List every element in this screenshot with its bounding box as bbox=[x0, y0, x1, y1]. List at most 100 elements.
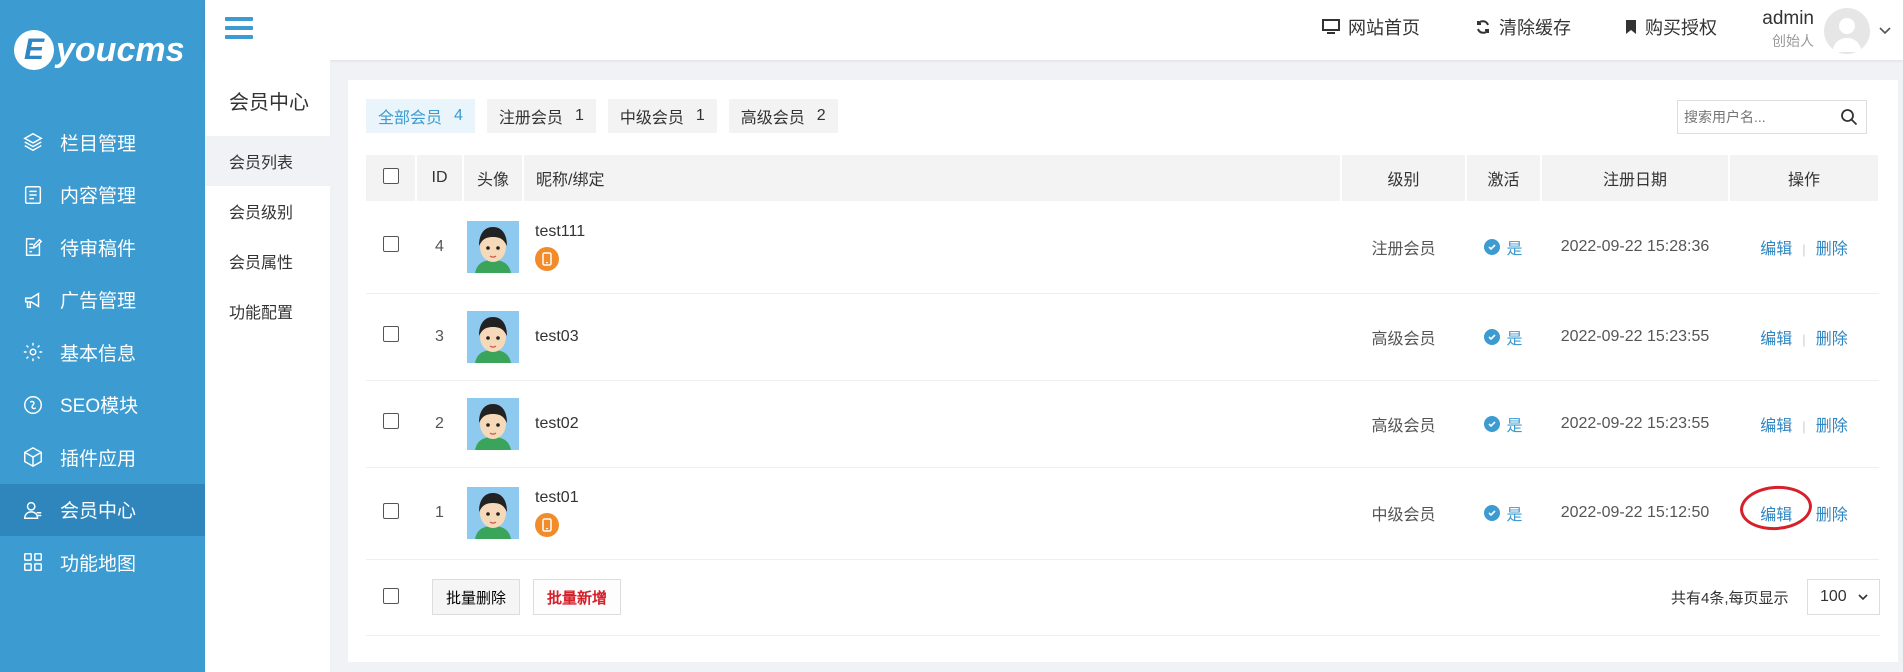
row-ops: 编辑 | 删除 bbox=[1729, 293, 1879, 381]
row-id: 4 bbox=[416, 201, 463, 294]
active-status[interactable]: 是 bbox=[1484, 325, 1523, 349]
header-ops: 操作 bbox=[1729, 155, 1880, 201]
footer-select-all-checkbox[interactable] bbox=[383, 588, 399, 604]
member-avatar[interactable] bbox=[467, 397, 519, 450]
clear-cache-link[interactable]: 清除缓存 bbox=[1475, 14, 1571, 40]
member-nickname: test01 bbox=[535, 489, 579, 506]
user-avatar[interactable] bbox=[1824, 8, 1870, 54]
filter-mid-members[interactable]: 中级会员 1 bbox=[607, 99, 717, 133]
batch-delete-button[interactable]: 批量删除 bbox=[432, 579, 521, 615]
sidebar-item-column[interactable]: 栏目管理 bbox=[0, 116, 205, 169]
row-checkbox[interactable] bbox=[383, 413, 399, 429]
delete-link[interactable]: 删除 bbox=[1816, 418, 1848, 435]
row-avatar-cell bbox=[463, 293, 523, 381]
select-all-checkbox[interactable] bbox=[382, 167, 399, 184]
red-circle-annotation bbox=[1738, 483, 1814, 533]
batch-add-button[interactable]: 批量新增 bbox=[533, 579, 622, 615]
header-avatar: 头像 bbox=[463, 155, 524, 201]
active-label: 是 bbox=[1506, 507, 1523, 524]
member-avatar[interactable] bbox=[467, 487, 519, 539]
delete-link[interactable]: 删除 bbox=[1816, 241, 1848, 258]
active-status[interactable]: 是 bbox=[1484, 412, 1523, 436]
delete-link[interactable]: 删除 bbox=[1816, 331, 1848, 348]
edit-link[interactable]: 编辑 bbox=[1760, 241, 1792, 258]
subnav-item-function-config[interactable]: 功能配置 bbox=[205, 286, 330, 336]
row-checkbox[interactable] bbox=[383, 502, 399, 519]
user-info[interactable]: admin 创始人 bbox=[1754, 8, 1814, 51]
sidebar-item-map[interactable]: 功能地图 bbox=[0, 536, 205, 589]
sidebar-item-plugins[interactable]: 插件应用 bbox=[0, 431, 205, 484]
buy-license-link[interactable]: 购买授权 bbox=[1625, 14, 1717, 40]
row-ops: 编辑 | 删除 bbox=[1729, 380, 1879, 468]
page-size-select[interactable]: 100 bbox=[1807, 579, 1880, 615]
sidebar-item-label: 基本信息 bbox=[60, 343, 137, 365]
filter-senior-members[interactable]: 高级会员 2 bbox=[728, 99, 838, 133]
logo-mark: E bbox=[14, 30, 54, 70]
sidebar-item-ads[interactable]: 广告管理 bbox=[0, 274, 205, 327]
header-active: 激活 bbox=[1466, 155, 1542, 201]
website-home-link[interactable]: 网站首页 bbox=[1322, 14, 1420, 40]
subnav-item-member-list[interactable]: 会员列表 bbox=[205, 136, 330, 186]
edit-link[interactable]: 编辑 bbox=[1760, 418, 1792, 435]
sidebar-item-label: 待审稿件 bbox=[60, 238, 137, 260]
highlighted-edit: 编辑 bbox=[1738, 483, 1814, 533]
sidebar-item-members[interactable]: 会员中心 bbox=[0, 483, 205, 536]
row-select bbox=[366, 467, 416, 560]
sidebar-item-content[interactable]: 内容管理 bbox=[0, 169, 205, 222]
reg-date: 2022-09-22 15:23:55 bbox=[1541, 293, 1729, 381]
member-level: 高级会员 bbox=[1341, 380, 1466, 468]
member-table: ID 头像 昵称/绑定 级别 激活 注册日期 操作 4 test111 注册会员… bbox=[366, 155, 1880, 560]
row-id: 2 bbox=[416, 380, 463, 468]
gear-icon bbox=[22, 341, 44, 363]
sidebar-item-label: 功能地图 bbox=[60, 553, 137, 575]
filter-count: 4 bbox=[454, 107, 463, 124]
sidebar-item-label: 插件应用 bbox=[60, 448, 137, 470]
subnav-item-member-attr[interactable]: 会员属性 bbox=[205, 236, 330, 286]
buy-license-label: 购买授权 bbox=[1645, 18, 1717, 38]
table-row: 3 test03 高级会员 是 2022-09-22 15:23:55 编辑 | 删… bbox=[366, 293, 1879, 381]
active-status[interactable]: 是 bbox=[1484, 235, 1523, 259]
mobile-bound-icon bbox=[535, 246, 559, 271]
edit-link[interactable]: 编辑 bbox=[1760, 331, 1792, 348]
sidebar-item-label: 会员中心 bbox=[60, 501, 137, 523]
row-active-cell: 是 bbox=[1466, 201, 1541, 294]
table-row: 1 test01 中级会员 是 2022-09-22 15:12:50 编辑|删… bbox=[366, 467, 1879, 560]
row-avatar-cell bbox=[463, 201, 523, 294]
row-nickname-cell: test03 bbox=[523, 293, 1341, 381]
grid-icon bbox=[22, 551, 44, 573]
filter-count: 1 bbox=[695, 107, 705, 124]
search-icon[interactable] bbox=[1840, 108, 1858, 126]
member-avatar[interactable] bbox=[467, 220, 519, 273]
filter-all-members[interactable]: 全部会员 4 bbox=[366, 99, 475, 133]
sidebar-item-label: 栏目管理 bbox=[60, 133, 137, 155]
active-status[interactable]: 是 bbox=[1484, 501, 1523, 525]
user-name: admin bbox=[1762, 8, 1814, 29]
row-avatar-cell bbox=[463, 380, 523, 468]
document-icon bbox=[22, 184, 44, 206]
delete-link[interactable]: 删除 bbox=[1816, 507, 1848, 524]
pagination-total: 共有4条,每页显示 bbox=[1671, 590, 1789, 607]
reg-date: 2022-09-22 15:28:36 bbox=[1541, 201, 1729, 294]
row-checkbox[interactable] bbox=[383, 326, 399, 342]
filter-count: 2 bbox=[816, 107, 826, 124]
filter-registered-members[interactable]: 注册会员 1 bbox=[486, 99, 596, 133]
check-circle-icon bbox=[1484, 238, 1501, 255]
filter-label: 高级会员 bbox=[740, 110, 805, 127]
sidebar-item-seo[interactable]: SEO模块 bbox=[0, 379, 205, 432]
row-nickname-cell: test01 bbox=[523, 467, 1341, 560]
row-checkbox[interactable] bbox=[383, 236, 399, 253]
row-active-cell: 是 bbox=[1466, 380, 1541, 468]
row-id: 3 bbox=[416, 293, 463, 381]
sidebar-item-pending[interactable]: 待审稿件 bbox=[0, 221, 205, 274]
chevron-down-icon[interactable] bbox=[1877, 22, 1893, 38]
user-icon bbox=[22, 499, 44, 521]
search-input[interactable] bbox=[1678, 102, 1828, 132]
row-nickname-cell: test02 bbox=[523, 380, 1341, 468]
menu-toggle-icon[interactable] bbox=[225, 17, 253, 41]
seo-icon bbox=[22, 394, 44, 416]
member-avatar[interactable] bbox=[467, 310, 519, 363]
sidebar-item-basic-info[interactable]: 基本信息 bbox=[0, 326, 205, 379]
subnav-item-member-level[interactable]: 会员级别 bbox=[205, 186, 330, 236]
logo[interactable]: E youcms bbox=[0, 0, 205, 100]
header-id: ID bbox=[416, 155, 464, 201]
